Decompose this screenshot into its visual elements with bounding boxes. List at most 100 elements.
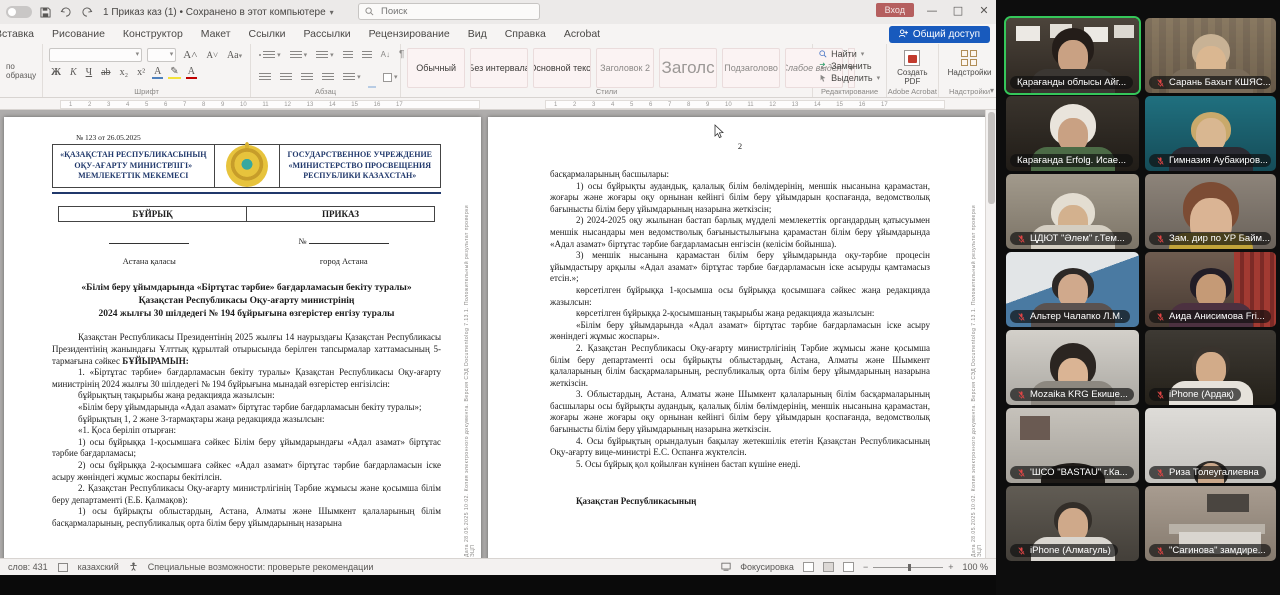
video-tile[interactable]: iPhone (Ардақ) [1145, 330, 1276, 405]
video-tile[interactable]: Альтер Чалапко Л.М. [1006, 252, 1139, 327]
page1-body: Қазақстан Республикасы Президентінің 202… [52, 332, 441, 529]
paragraph: көрсетілген бұйрыққа 1-қосымша осы бұйры… [550, 285, 930, 308]
print-layout-button[interactable] [823, 562, 834, 572]
style-subtitle[interactable]: Подзаголово [722, 48, 780, 88]
close-button[interactable]: ✕ [976, 4, 992, 17]
collapse-ribbon-icon[interactable]: ▾ [990, 86, 994, 95]
video-tile[interactable]: Риза Толеугалиевна [1145, 408, 1276, 483]
highlight-button[interactable]: ✎ [168, 66, 180, 79]
video-tile[interactable]: "Сагинова" замдире... [1145, 486, 1276, 561]
tab-help[interactable]: Справка [496, 25, 555, 43]
video-tile[interactable]: Карағанда Erfolg. Исае... [1006, 96, 1139, 171]
addins-button[interactable]: Надстройки [945, 50, 995, 77]
undo-icon[interactable] [60, 7, 72, 18]
read-mode-button[interactable] [803, 562, 814, 572]
align-left-button[interactable] [257, 72, 273, 82]
align-right-button[interactable] [299, 72, 315, 82]
tab-acrobat[interactable]: Acrobat [555, 25, 609, 43]
bullets-button[interactable]: ▾ [257, 50, 283, 60]
borders-button[interactable]: ▾ [381, 72, 400, 83]
subscript-button[interactable]: x₂ [118, 67, 131, 78]
accessibility-icon [129, 562, 138, 573]
style-normal[interactable]: Обычный [407, 48, 465, 88]
strikethrough-button[interactable]: ab [99, 67, 112, 78]
video-tile[interactable]: Аида Анисимова Fri... [1145, 252, 1276, 327]
replace-button[interactable]: Заменить [819, 61, 880, 71]
video-tile[interactable]: Зам. дир по УР Байм... [1145, 174, 1276, 249]
focus-mode[interactable]: Фокусировка [740, 562, 794, 572]
tab-insert[interactable]: Вставка [0, 25, 43, 43]
font-size-combo[interactable] [147, 48, 176, 62]
autosave-toggle[interactable] [6, 6, 32, 18]
tab-view[interactable]: Вид [459, 25, 496, 43]
multilevel-list-button[interactable]: ▾ [314, 50, 336, 60]
signin-button[interactable]: Вход [876, 3, 914, 17]
italic-button[interactable]: К [68, 67, 79, 78]
accessibility-status[interactable]: Специальные возможности: проверьте реком… [148, 562, 374, 572]
video-tile[interactable]: iPhone (Алмагуль) [1006, 486, 1139, 561]
tab-layout[interactable]: Макет [192, 25, 240, 43]
zoom-level[interactable]: 100 % [962, 562, 988, 572]
maximize-button[interactable]: □ [950, 4, 966, 17]
change-case-button[interactable]: Аа▾ [225, 50, 244, 61]
document-page-1[interactable]: № 123 от 26.05.2025 «ҚАЗАҚСТАН РЕСПУБЛИК… [4, 117, 481, 558]
save-icon[interactable] [40, 7, 51, 18]
web-layout-button[interactable] [843, 562, 854, 572]
increase-indent-button[interactable] [360, 50, 374, 60]
style-body-text[interactable]: Основной текст [533, 48, 591, 88]
tab-review[interactable]: Рецензирование [360, 25, 459, 43]
select-button[interactable]: Выделить▾ [819, 73, 880, 83]
style-heading1[interactable]: Заголс [659, 48, 717, 88]
muted-mic-icon [1156, 390, 1165, 400]
paragraph: «Білім беру ұйымдарында «Адал азамат» бі… [550, 320, 930, 343]
create-pdf-button[interactable]: Создать PDF [893, 50, 931, 86]
word-count[interactable]: слов: 431 [8, 562, 48, 572]
style-heading2[interactable]: Заголовок 2 [596, 48, 654, 88]
line-spacing-button[interactable]: ▾ [341, 72, 363, 82]
grow-font-button[interactable]: А˄ [181, 49, 199, 61]
tab-design[interactable]: Конструктор [114, 25, 192, 43]
superscript-button[interactable]: x² [135, 67, 147, 78]
text-effects-button[interactable]: А [152, 66, 163, 79]
org-name-russian: ГОСУДАРСТВЕННОЕ УЧРЕЖДЕНИЕ «МИНИСТЕРСТВО… [279, 144, 442, 188]
style-no-spacing[interactable]: Без интервала [470, 48, 528, 88]
proofing-icon[interactable] [58, 563, 68, 572]
vertical-scrollbar[interactable] [985, 110, 996, 558]
numbering-button[interactable]: ▾ [288, 50, 310, 60]
video-tile[interactable]: Қарағанды облысы Айг... [1006, 18, 1139, 93]
search-box[interactable] [358, 3, 540, 20]
tab-mailings[interactable]: Рассылки [294, 25, 359, 43]
underline-button[interactable]: Ч [84, 67, 95, 78]
scrollbar-thumb[interactable] [988, 112, 995, 204]
video-tile[interactable]: 'ШСО "BASTAU" г.Ка... [1006, 408, 1139, 483]
search-input[interactable] [379, 5, 533, 18]
bold-button[interactable]: Ж [49, 67, 63, 78]
document-title[interactable]: 1 Приказ каз (1) • Сохранено в этот комп… [103, 7, 334, 18]
language-indicator[interactable]: казахский [78, 562, 119, 572]
tab-references[interactable]: Ссылки [240, 25, 295, 43]
document-page-2[interactable]: 2 басқармаларының басшылары: 1) осы бұйр… [488, 117, 988, 558]
justify-button[interactable] [320, 72, 336, 82]
sort-button[interactable]: А↓ [379, 49, 392, 60]
decrease-indent-button[interactable] [341, 50, 355, 60]
minimize-button[interactable]: — [924, 4, 940, 17]
shrink-font-button[interactable]: А˅ [204, 50, 220, 60]
letterhead: «ҚАЗАҚСТАН РЕСПУБЛИКАСЫНЫҢ ОҚУ-АҒАРТУ МИ… [52, 144, 441, 194]
align-center-button[interactable] [278, 72, 294, 82]
redo-icon[interactable] [81, 7, 93, 18]
shading-button[interactable] [368, 66, 376, 88]
find-button[interactable]: Найти▾ [819, 49, 880, 59]
ruler[interactable]: 1 2 3 4 5 6 7 8 9 10 11 12 13 14 15 16 1… [0, 98, 996, 110]
tab-draw[interactable]: Рисование [43, 25, 114, 43]
paragraph: көрсетілген бұйрыққа 2-қосымшаның тақыры… [550, 308, 930, 320]
video-tile[interactable]: Сарань Бахыт КШЯС... [1145, 18, 1276, 93]
video-tile[interactable]: ЦДЮТ "Әлем" г.Тем... [1006, 174, 1139, 249]
font-color-button[interactable]: А [186, 66, 197, 79]
font-name-combo[interactable] [49, 48, 142, 62]
digital-signature-stamp: Дата 28.05.2025 10:02. Копия электронног… [464, 197, 476, 557]
share-button[interactable]: Общий доступ [889, 26, 990, 43]
video-tile[interactable]: Гимназия Аубакиров... [1145, 96, 1276, 171]
zoom-slider[interactable]: − + [863, 562, 954, 572]
format-painter-button[interactable]: по образцу [6, 62, 36, 80]
video-tile[interactable]: Mozaika KRG Екише... [1006, 330, 1139, 405]
